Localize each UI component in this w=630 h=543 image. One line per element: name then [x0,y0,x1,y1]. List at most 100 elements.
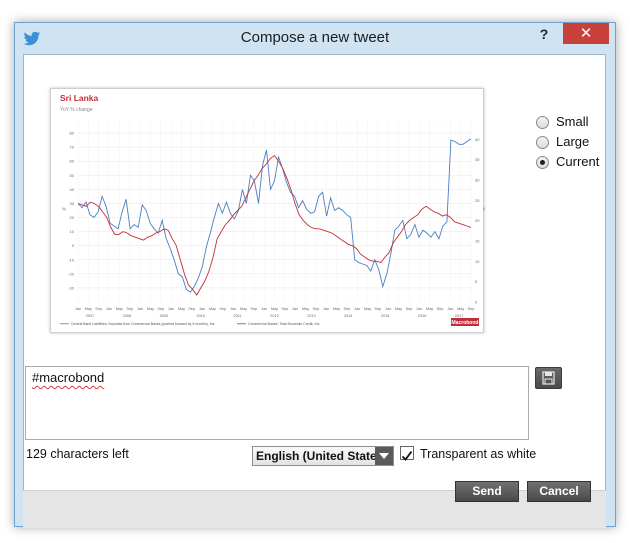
radio-current[interactable] [536,156,549,169]
y-tick-left: 30 [70,201,75,206]
radio-small[interactable] [536,116,549,129]
chevron-down-icon[interactable] [375,447,393,465]
legend-entry-1: Central Bank Liabilities: Deposits from … [71,322,215,326]
x-tick-label: May [426,307,433,311]
x-tick-label: May [240,307,247,311]
x-tick-label: May [364,307,371,311]
x-tick-label: Jan [447,307,453,311]
x-year-label: 2012 [270,314,278,318]
x-year-label: 2013 [307,314,315,318]
checkmark-icon [401,450,413,461]
x-tick-label: May [271,307,278,311]
x-tick-label: Sep [375,307,382,311]
y-tick-right: 40 [475,137,480,142]
y-tick-right: 10 [475,259,480,264]
x-year-label: 2010 [196,314,204,318]
save-button[interactable] [535,367,562,389]
legend-entry-2: Commercial Banks: Total Domestic Credit,… [248,322,320,326]
x-tick-label: Sep [468,307,475,311]
x-year-label: 2008 [123,314,131,318]
x-tick-label: Sep [219,307,226,311]
x-tick-label: Sep [406,307,413,311]
y-tick-right: 35 [475,157,480,162]
x-tick-label: Sep [437,307,444,311]
y-tick-right: 0 [475,300,478,305]
size-option-label: Current [556,154,600,169]
x-tick-label: Sep [281,307,288,311]
y-tick-left: -20 [68,271,75,276]
language-value: English (United States) [256,449,388,463]
x-tick-label: May [178,307,185,311]
x-tick-label: Jan [323,307,329,311]
y-tick-left: 80 [70,131,75,136]
x-tick-label: May [333,307,340,311]
y-tick-left: 40 [70,187,75,192]
x-tick-label: May [147,307,154,311]
x-tick-label: Sep [250,307,257,311]
x-tick-label: May [209,307,216,311]
x-tick-label: Sep [157,307,164,311]
chart-subtitle: YoY % change [60,107,93,113]
x-tick-label: Sep [312,307,319,311]
x-year-label: 2011 [234,314,242,318]
x-tick-label: Sep [95,307,102,311]
size-option-current[interactable]: Current [536,154,626,172]
floppy-disk-icon [542,371,555,385]
x-year-label: 2014 [344,314,352,318]
y-tick-right: 25 [475,198,480,203]
x-tick-label: Sep [188,307,195,311]
x-tick-label: Jan [106,307,112,311]
x-tick-label: Sep [344,307,351,311]
x-tick-label: May [85,307,92,311]
title-bar[interactable]: Compose a new tweet ? ✕ [15,23,615,54]
x-year-label: 2016 [418,314,426,318]
radio-large[interactable] [536,136,549,149]
x-tick-label: Jan [168,307,174,311]
x-tick-label: Jan [199,307,205,311]
x-tick-label: Jan [354,307,360,311]
y-tick-right: 30 [475,178,480,183]
x-tick-label: May [395,307,402,311]
y-tick-left: 70 [70,145,75,150]
send-button[interactable]: Send [455,481,519,502]
y-tick-left: 0 [72,243,75,248]
tweet-text[interactable]: #macrobond [32,370,104,385]
x-year-label: 2007 [86,314,94,318]
x-tick-label: Sep [126,307,133,311]
chart-preview: Sri Lanka YoY % change 80 70 60 50 40 30 20 10 0 -1… [50,88,485,333]
chart-svg: Sri LankaYoY % change80706050403020100-1… [60,93,485,326]
x-tick-label: Jan [230,307,236,311]
size-option-large[interactable]: Large [536,134,626,152]
x-tick-label: May [457,307,464,311]
x-tick-label: Jan [261,307,267,311]
size-option-label: Large [556,134,590,149]
close-button[interactable]: ✕ [563,23,609,44]
x-year-label: 2009 [160,314,168,318]
cancel-button[interactable]: Cancel [527,481,591,502]
y-tick-left: -10 [68,257,75,262]
x-tick-label: May [302,307,309,311]
chart-title: Sri Lanka [60,93,99,103]
language-select[interactable]: English (United States) [252,446,394,466]
x-year-label: 2015 [381,314,389,318]
x-tick-label: Jan [416,307,422,311]
y-tick-right: 20 [475,218,480,223]
x-tick-label: Jan [137,307,143,311]
x-tick-label: Jan [385,307,391,311]
help-button[interactable]: ? [527,24,561,44]
x-tick-label: Jan [292,307,298,311]
y-tick-left: 50 [70,173,75,178]
tweet-text-area[interactable]: #macrobond [25,366,529,440]
x-tick-label: May [116,307,123,311]
y-tick-left: 60 [70,159,75,164]
y-tick-left: 10 [70,229,75,234]
window-title: Compose a new tweet [240,29,390,46]
x-tick-label: Jan [75,307,81,311]
transparent-label: Transparent as white [420,447,537,461]
x-year-label: 2017 [455,314,463,318]
size-option-label: Small [556,114,589,129]
y-axis-label-right: % pt [483,207,485,212]
transparent-checkbox[interactable] [400,446,414,461]
size-option-small[interactable]: Small [536,114,626,132]
characters-left: 129 characters left [26,447,129,461]
